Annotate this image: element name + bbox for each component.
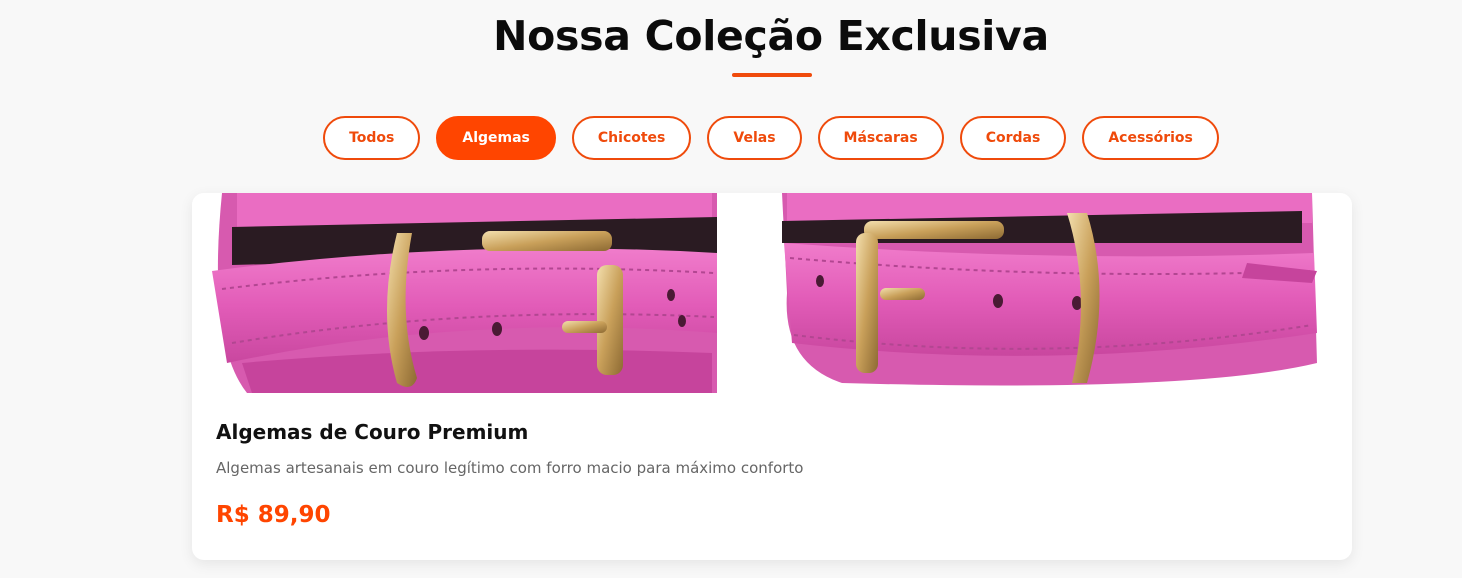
product-card[interactable]: Algemas de Couro Premium Algemas artesan… [192,193,1352,560]
category-filters: Todos Algemas Chicotes Velas Máscaras Co… [0,116,1462,160]
filter-velas[interactable]: Velas [707,116,802,160]
filter-cordas[interactable]: Cordas [959,116,1067,160]
title-underline [732,73,812,77]
filter-algemas[interactable]: Algemas [436,116,556,160]
filter-acessorios[interactable]: Acessórios [1082,116,1219,160]
product-description: Algemas artesanais em couro legítimo com… [216,459,804,477]
filter-mascaras[interactable]: Máscaras [817,116,944,160]
right-cuff [782,193,1317,386]
left-cuff [212,193,717,393]
product-price: R$ 89,90 [216,502,331,528]
filter-chicotes[interactable]: Chicotes [571,116,692,160]
product-image[interactable] [192,193,1352,393]
filter-todos[interactable]: Todos [323,116,421,160]
product-name[interactable]: Algemas de Couro Premium [216,420,528,444]
section-title: Nossa Coleção Exclusiva [493,12,1049,60]
